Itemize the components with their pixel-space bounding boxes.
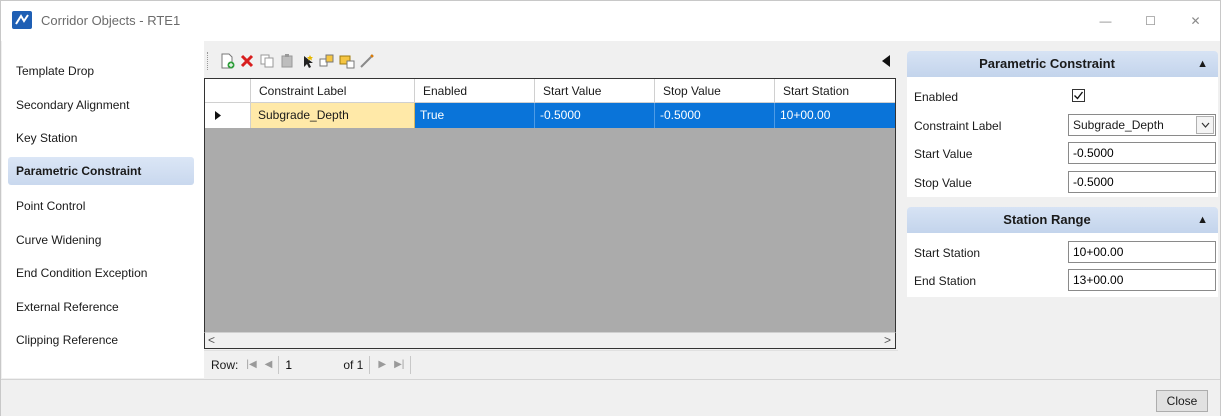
record-navigator: Row: |◀ ◀ of 1 ▶ ▶| xyxy=(204,350,898,378)
chevron-up-icon[interactable]: ▲ xyxy=(1197,51,1208,77)
start-value-field[interactable] xyxy=(1068,142,1216,164)
cell-enabled[interactable]: True xyxy=(415,103,535,128)
end-station-field[interactable] xyxy=(1068,269,1216,291)
close-icon: ✕ xyxy=(1190,14,1201,28)
paste-icon[interactable] xyxy=(278,52,296,70)
row-header-corner xyxy=(205,79,251,103)
title-bar: Corridor Objects - RTE1 — ☐ ✕ xyxy=(1,1,1220,41)
nav-item-external-reference[interactable]: External Reference xyxy=(8,293,194,321)
constraint-grid: Constraint Label Enabled Start Value Sto… xyxy=(204,78,896,349)
check-icon xyxy=(1074,91,1084,100)
enabled-label: Enabled xyxy=(914,90,959,104)
column-header-start-value[interactable]: Start Value xyxy=(535,79,655,103)
window-title: Corridor Objects - RTE1 xyxy=(41,13,181,28)
new-row-icon[interactable] xyxy=(218,52,236,70)
next-record-icon[interactable]: ▶ xyxy=(378,359,386,370)
nav-item-clipping-reference[interactable]: Clipping Reference xyxy=(8,326,194,354)
first-record-icon[interactable]: |◀ xyxy=(246,359,256,370)
parametric-constraint-section-body: Enabled Constraint Label Subgrade_Depth … xyxy=(907,77,1218,197)
table-row[interactable]: Subgrade_Depth True -0.5000 -0.5000 10+0… xyxy=(205,103,895,128)
station-range-section-body: Start Station End Station xyxy=(907,233,1218,297)
last-record-icon[interactable]: ▶| xyxy=(394,359,404,370)
cell-stop-value[interactable]: -0.5000 xyxy=(655,103,775,128)
column-header-stop-value[interactable]: Stop Value xyxy=(655,79,775,103)
row-count-text: of 1 xyxy=(343,357,364,372)
parametric-constraint-section-header[interactable]: Parametric Constraint ▲ xyxy=(907,51,1218,77)
close-button[interactable]: Close xyxy=(1156,390,1208,412)
close-window-button[interactable]: ✕ xyxy=(1173,1,1218,41)
cell-start-value[interactable]: -0.5000 xyxy=(535,103,655,128)
nav-item-template-drop[interactable]: Template Drop xyxy=(8,57,194,85)
collapse-left-icon[interactable] xyxy=(880,53,892,69)
end-station-label: End Station xyxy=(914,274,977,288)
row-label: Row: xyxy=(211,357,239,372)
previous-record-icon[interactable]: ◀ xyxy=(265,359,273,370)
property-panel: Parametric Constraint ▲ Enabled Constrai… xyxy=(905,46,1220,378)
stop-value-field[interactable] xyxy=(1068,171,1216,193)
grid-header: Constraint Label Enabled Start Value Sto… xyxy=(205,79,895,103)
pick-icon[interactable] xyxy=(318,52,336,70)
nav-item-end-condition-exception[interactable]: End Condition Exception xyxy=(8,259,194,287)
maximize-button[interactable]: ☐ xyxy=(1128,1,1173,41)
copy-icon[interactable] xyxy=(258,52,276,70)
nav-item-key-station[interactable]: Key Station xyxy=(8,124,194,152)
start-value-label: Start Value xyxy=(914,147,973,161)
maximize-icon: ☐ xyxy=(1145,14,1156,28)
navigator-separator xyxy=(278,355,280,374)
cell-constraint-label[interactable]: Subgrade_Depth xyxy=(251,103,415,128)
dialog-footer: Close xyxy=(1,379,1220,416)
column-header-enabled[interactable]: Enabled xyxy=(415,79,535,103)
section-title: Station Range xyxy=(1003,212,1091,227)
current-row-icon xyxy=(215,111,221,120)
toolbar-grip xyxy=(207,52,211,70)
nav-item-point-control[interactable]: Point Control xyxy=(8,192,194,220)
measure-icon[interactable] xyxy=(358,52,376,70)
minimize-icon: — xyxy=(1099,14,1112,28)
cell-start-station[interactable]: 10+00.00 xyxy=(775,103,895,128)
select-icon[interactable] xyxy=(298,52,316,70)
section-title: Parametric Constraint xyxy=(979,56,1115,71)
grid-toolbar xyxy=(204,46,898,76)
station-range-section-header[interactable]: Station Range ▲ xyxy=(907,207,1218,233)
column-header-constraint-label[interactable]: Constraint Label xyxy=(251,79,415,103)
object-type-list: Template Drop Secondary Alignment Key St… xyxy=(2,41,204,378)
nav-item-parametric-constraint[interactable]: Parametric Constraint xyxy=(8,157,194,185)
scroll-right-icon[interactable]: > xyxy=(884,333,891,347)
start-station-field[interactable] xyxy=(1068,241,1216,263)
navigator-separator xyxy=(369,355,371,374)
corridor-objects-dialog: Corridor Objects - RTE1 — ☐ ✕ Template D… xyxy=(0,0,1221,416)
scroll-left-icon[interactable]: < xyxy=(208,333,215,347)
app-logo-icon xyxy=(12,11,32,29)
chevron-up-icon[interactable]: ▲ xyxy=(1197,207,1208,233)
minimize-button[interactable]: — xyxy=(1083,1,1128,41)
constraint-label-value: Subgrade_Depth xyxy=(1073,118,1164,132)
navigator-separator xyxy=(410,355,412,374)
constraint-label-dropdown[interactable]: Subgrade_Depth xyxy=(1068,114,1216,136)
nav-item-secondary-alignment[interactable]: Secondary Alignment xyxy=(8,91,194,119)
delete-icon[interactable] xyxy=(238,52,256,70)
row-selector[interactable] xyxy=(205,103,251,128)
column-header-start-station[interactable]: Start Station xyxy=(775,79,895,103)
horizontal-scrollbar[interactable]: < > xyxy=(204,332,896,349)
enabled-checkbox[interactable] xyxy=(1072,89,1085,102)
current-row-input[interactable] xyxy=(285,355,340,374)
start-station-label: Start Station xyxy=(914,246,981,260)
stop-value-label: Stop Value xyxy=(914,176,972,190)
dropdown-arrow-button[interactable] xyxy=(1196,116,1214,134)
nav-item-curve-widening[interactable]: Curve Widening xyxy=(8,226,194,254)
constraint-label-label: Constraint Label xyxy=(914,119,1002,133)
chevron-down-icon xyxy=(1201,122,1209,128)
properties-icon[interactable] xyxy=(338,52,356,70)
